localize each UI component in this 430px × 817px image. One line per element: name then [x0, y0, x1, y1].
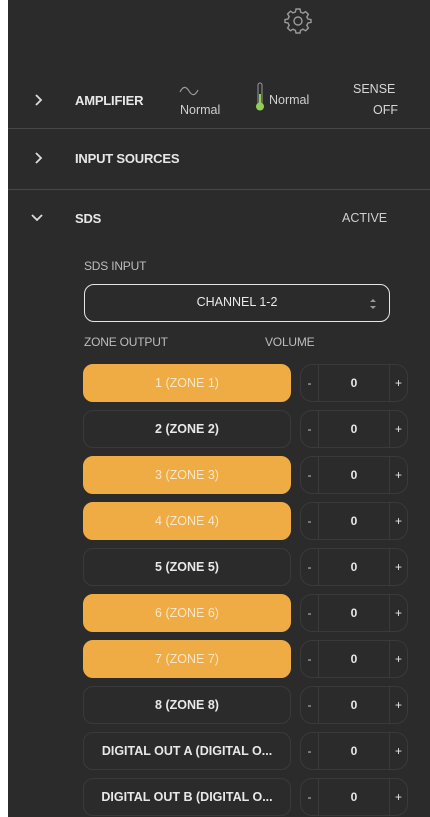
volume-value[interactable]: 0 [319, 365, 389, 401]
volume-value[interactable]: 0 [319, 503, 389, 539]
volume-increase-button[interactable]: + [389, 779, 407, 815]
volume-stepper[interactable]: -0 + [300, 594, 408, 632]
volume-stepper[interactable]: -0 + [300, 548, 408, 586]
volume-increase-button[interactable]: + [389, 411, 407, 447]
chevron-right-icon[interactable] [32, 93, 46, 107]
volume-stepper[interactable]: -0 + [300, 732, 408, 770]
zone-output-header: ZONE OUTPUT [84, 335, 168, 349]
input-sources-title[interactable]: INPUT SOURCES [75, 151, 180, 166]
volume-decrease-button[interactable]: - [301, 595, 319, 631]
volume-increase-button[interactable]: + [389, 733, 407, 769]
volume-increase-button[interactable]: + [389, 503, 407, 539]
volume-decrease-button[interactable]: - [301, 733, 319, 769]
zone-output-button[interactable]: 7 (ZONE 7) [83, 640, 291, 678]
volume-decrease-button[interactable]: - [301, 457, 319, 493]
volume-value[interactable]: 0 [319, 549, 389, 585]
volume-increase-button[interactable]: + [389, 687, 407, 723]
volume-decrease-button[interactable]: - [301, 549, 319, 585]
zone-output-button[interactable]: DIGITAL OUT A (DIGITAL O... [83, 732, 291, 770]
chevron-down-icon[interactable] [30, 211, 44, 225]
divider [8, 189, 430, 190]
sense-label: SENSE [353, 82, 396, 96]
select-arrows-icon [370, 299, 376, 309]
volume-increase-button[interactable]: + [389, 549, 407, 585]
sense-value: OFF [373, 103, 398, 117]
volume-stepper[interactable]: -0 + [300, 456, 408, 494]
sds-status: ACTIVE [342, 211, 388, 225]
zone-output-button[interactable]: 5 (ZONE 5) [83, 548, 291, 586]
volume-decrease-button[interactable]: - [301, 365, 319, 401]
volume-decrease-button[interactable]: - [301, 687, 319, 723]
volume-stepper[interactable]: -0 + [300, 686, 408, 724]
volume-decrease-button[interactable]: - [301, 503, 319, 539]
volume-value[interactable]: 0 [319, 779, 389, 815]
volume-decrease-button[interactable]: - [301, 411, 319, 447]
temp-status: Normal [269, 93, 310, 107]
zone-output-button[interactable]: DIGITAL OUT B (DIGITAL O... [83, 778, 291, 816]
volume-decrease-button[interactable]: - [301, 641, 319, 677]
sds-input-select[interactable]: CHANNEL 1-2 [84, 284, 390, 322]
volume-header: VOLUME [265, 335, 315, 349]
zone-output-button[interactable]: 4 (ZONE 4) [83, 502, 291, 540]
divider [8, 128, 430, 129]
volume-stepper[interactable]: -0 + [300, 778, 408, 816]
volume-value[interactable]: 0 [319, 733, 389, 769]
gear-icon[interactable] [284, 6, 312, 34]
zone-output-button[interactable]: 6 (ZONE 6) [83, 594, 291, 632]
volume-value[interactable]: 0 [319, 595, 389, 631]
signal-status: Normal [180, 103, 221, 117]
volume-increase-button[interactable]: + [389, 641, 407, 677]
volume-stepper[interactable]: -0 + [300, 502, 408, 540]
volume-stepper[interactable]: -0 + [300, 410, 408, 448]
zone-output-button[interactable]: 3 (ZONE 3) [83, 456, 291, 494]
sds-input-value: CHANNEL 1-2 [196, 295, 278, 309]
sds-title[interactable]: SDS [75, 211, 101, 226]
volume-decrease-button[interactable]: - [301, 779, 319, 815]
thermometer-icon [256, 82, 264, 111]
volume-value[interactable]: 0 [319, 411, 389, 447]
zone-output-button[interactable]: 1 (ZONE 1) [83, 364, 291, 402]
chevron-right-icon[interactable] [32, 151, 46, 165]
zone-output-button[interactable]: 2 (ZONE 2) [83, 410, 291, 448]
volume-increase-button[interactable]: + [389, 595, 407, 631]
volume-stepper[interactable]: -0 + [300, 640, 408, 678]
volume-value[interactable]: 0 [319, 457, 389, 493]
volume-value[interactable]: 0 [319, 687, 389, 723]
sidebar-panel: AMPLIFIER Normal Normal SENSE OFF INPUT … [8, 0, 430, 817]
sds-input-label: SDS INPUT [84, 259, 147, 273]
volume-increase-button[interactable]: + [389, 365, 407, 401]
volume-stepper[interactable]: -0 + [300, 364, 408, 402]
volume-value[interactable]: 0 [319, 641, 389, 677]
wave-icon [179, 86, 199, 96]
volume-increase-button[interactable]: + [389, 457, 407, 493]
zone-output-button[interactable]: 8 (ZONE 8) [83, 686, 291, 724]
amplifier-title[interactable]: AMPLIFIER [75, 93, 143, 108]
